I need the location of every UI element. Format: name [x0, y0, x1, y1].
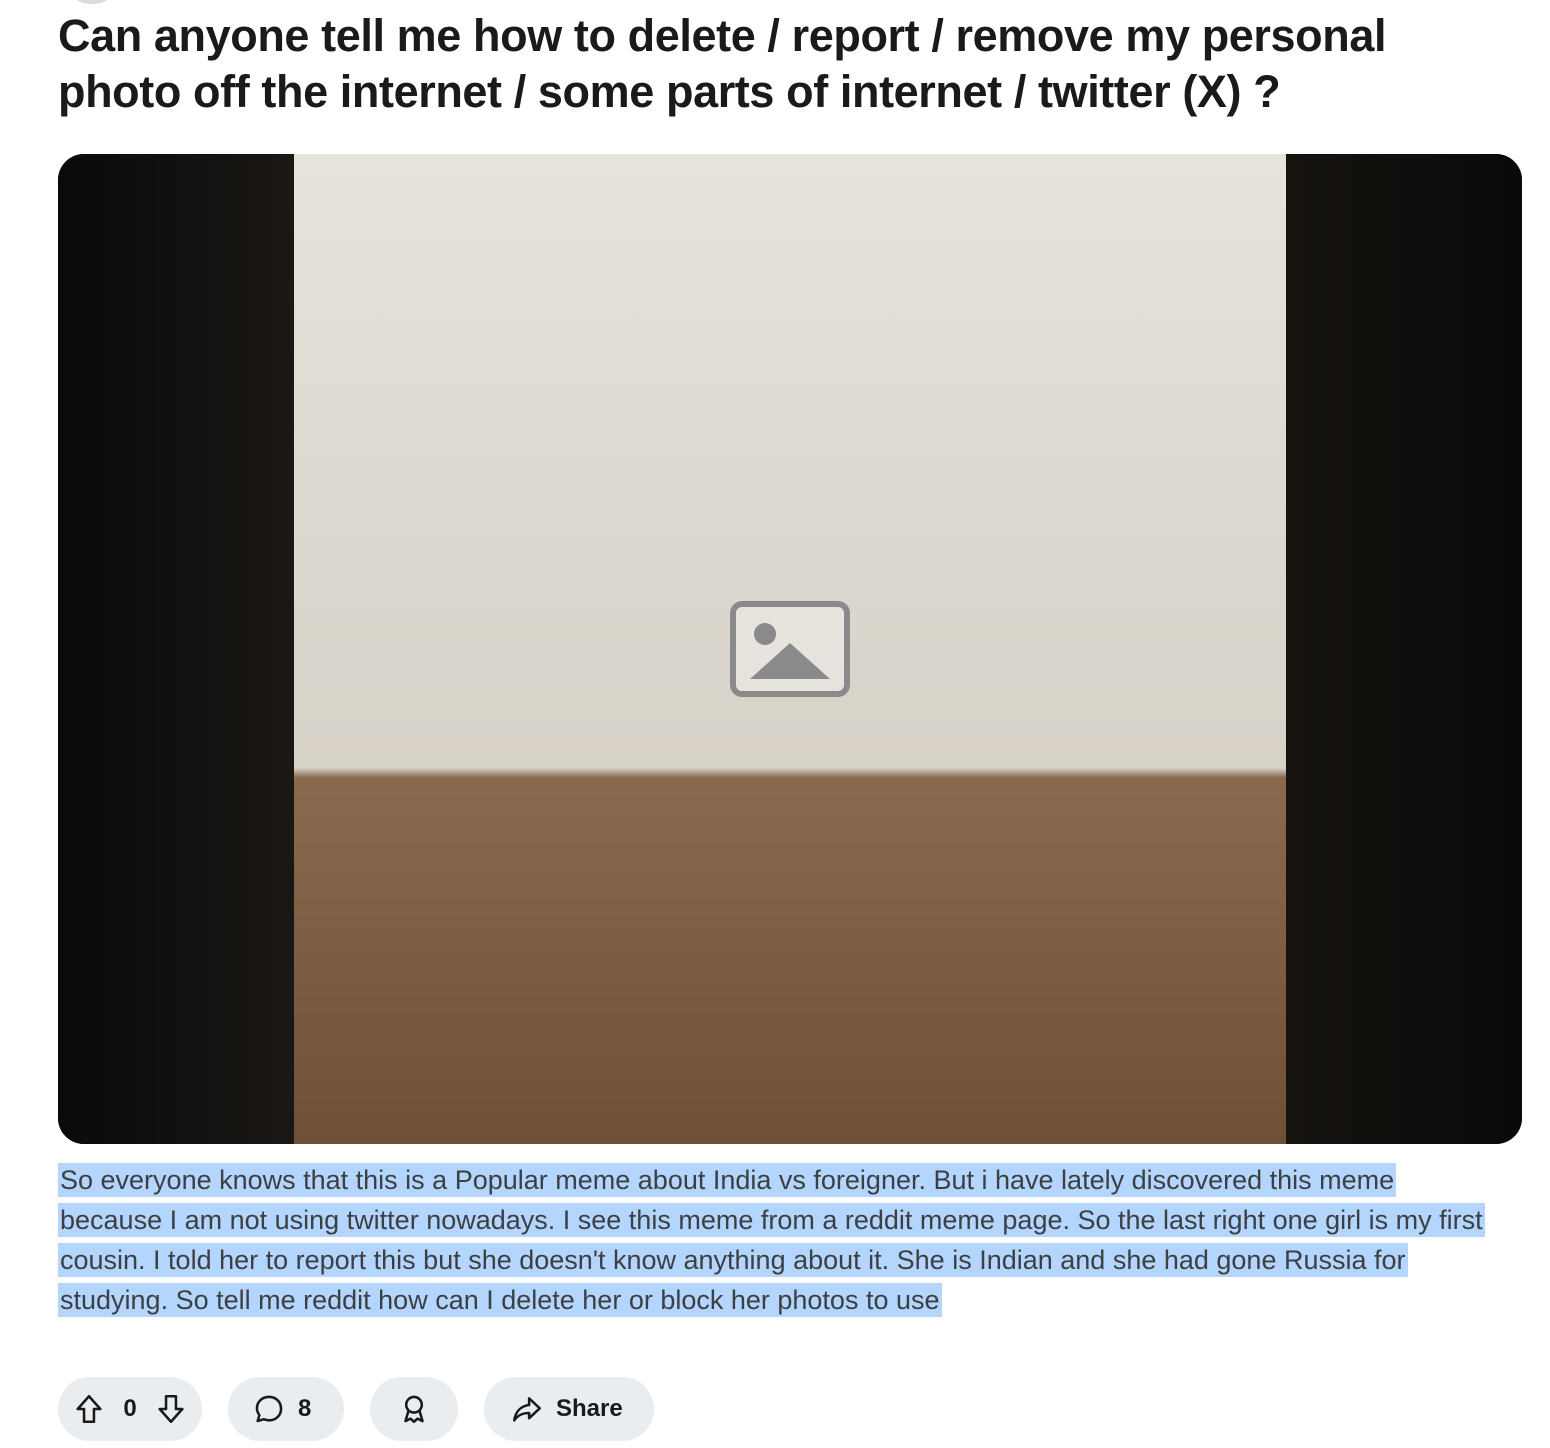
comment-icon — [252, 1392, 286, 1426]
post-body: So everyone knows that this is a Popular… — [58, 1160, 1498, 1320]
award-button[interactable] — [370, 1377, 458, 1441]
action-bar: 0 8 Share — [58, 1377, 654, 1441]
media-placeholder — [294, 154, 1286, 1144]
vote-control: 0 — [58, 1377, 202, 1441]
avatar[interactable] — [74, 0, 110, 4]
share-label: Share — [556, 1395, 623, 1422]
comments-button[interactable]: 8 — [228, 1377, 344, 1441]
comment-count: 8 — [298, 1395, 312, 1422]
share-button[interactable]: Share — [484, 1377, 654, 1441]
vote-count: 0 — [123, 1395, 137, 1422]
media-blur-right — [1286, 154, 1522, 1144]
post-title[interactable]: Can anyone tell me how to delete / repor… — [58, 8, 1488, 120]
award-icon — [397, 1392, 431, 1426]
share-icon — [510, 1392, 544, 1426]
image-placeholder-icon — [730, 601, 850, 697]
upvote-icon[interactable] — [72, 1392, 106, 1426]
post-body-text: So everyone knows that this is a Popular… — [58, 1163, 1485, 1317]
media-blur-left — [58, 154, 294, 1144]
post: Can anyone tell me how to delete / repor… — [0, 0, 1550, 1448]
post-media[interactable] — [58, 154, 1522, 1144]
downvote-icon[interactable] — [154, 1392, 188, 1426]
